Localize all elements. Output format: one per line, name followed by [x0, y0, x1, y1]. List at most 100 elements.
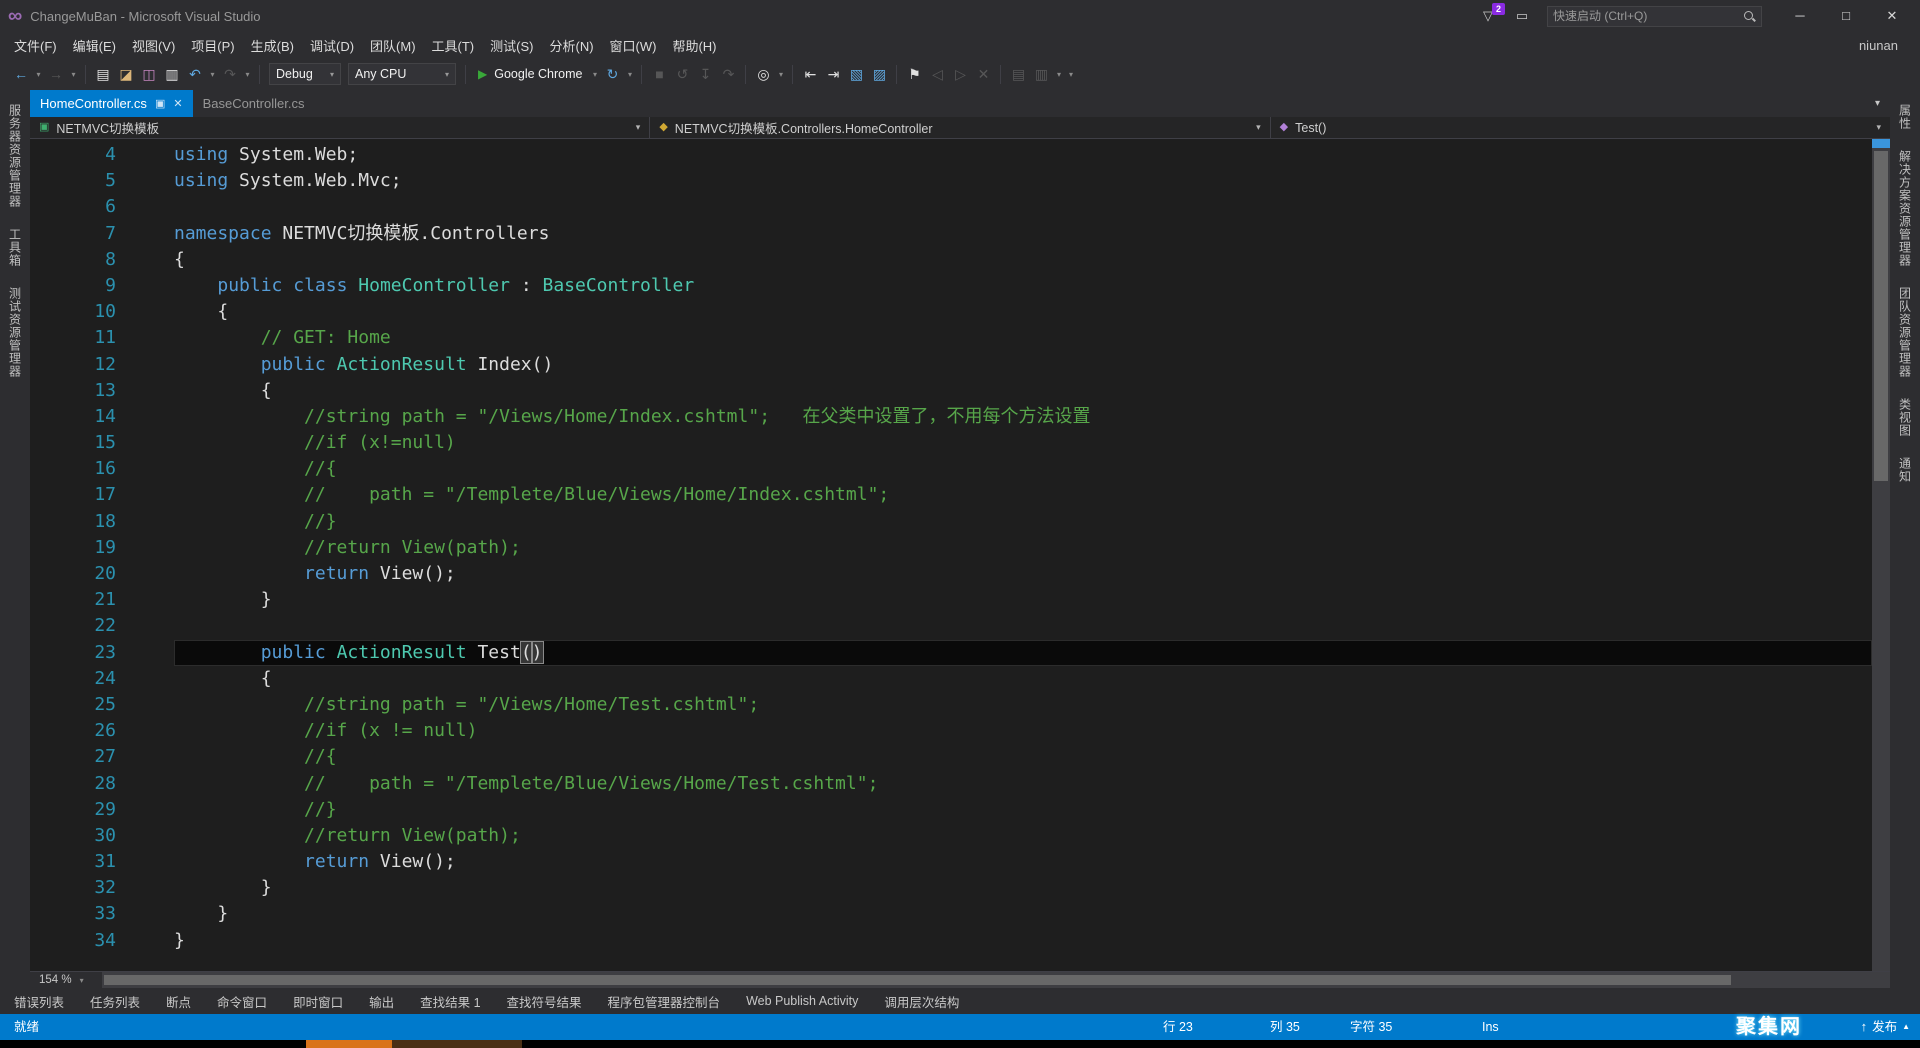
panel-tab[interactable]: 程序包管理器控制台: [608, 992, 721, 1011]
undo-icon[interactable]: ↶: [184, 67, 206, 81]
zoom-selector[interactable]: 154 % ▾: [30, 974, 102, 986]
indent-decrease-icon[interactable]: ⇤: [799, 67, 821, 81]
horizontal-scrollbar[interactable]: [102, 972, 1890, 988]
menu-item[interactable]: 视图(V): [124, 33, 183, 58]
code-line[interactable]: 17 // path = "/Templete/Blue/Views/Home/…: [30, 482, 1872, 508]
code-editor[interactable]: 4using System.Web;5using System.Web.Mvc;…: [30, 139, 1890, 971]
comment-icon[interactable]: ▧: [845, 67, 867, 81]
menu-item[interactable]: 帮助(H): [664, 33, 724, 58]
code-line[interactable]: 12 public ActionResult Index(): [30, 352, 1872, 378]
code-line[interactable]: 10 {: [30, 299, 1872, 325]
code-line[interactable]: 18 //}: [30, 509, 1872, 535]
tool-window-tab[interactable]: 测试资源管理器: [7, 287, 24, 378]
menu-item[interactable]: 文件(F): [6, 33, 65, 58]
panel-tab[interactable]: 错误列表: [14, 992, 64, 1011]
editor-split-handle[interactable]: [1872, 139, 1890, 148]
feedback-icon[interactable]: ▭: [1513, 8, 1531, 24]
panel-tab[interactable]: 查找结果 1: [420, 992, 480, 1011]
code-area[interactable]: 4using System.Web;5using System.Web.Mvc;…: [30, 139, 1872, 971]
menu-item[interactable]: 编辑(E): [65, 33, 124, 58]
nav-back-icon[interactable]: ←: [10, 67, 32, 81]
panel-tab[interactable]: 输出: [369, 992, 394, 1011]
debug-config-combo[interactable]: Debug▾: [269, 63, 341, 85]
code-line[interactable]: 21 }: [30, 587, 1872, 613]
code-line[interactable]: 23 public ActionResult Test(): [30, 640, 1872, 666]
code-line[interactable]: 26 //if (x != null): [30, 718, 1872, 744]
panel-tab[interactable]: 断点: [166, 992, 191, 1011]
dropdown-caret-icon[interactable]: ▾: [1053, 70, 1064, 79]
menu-item[interactable]: 测试(S): [482, 33, 541, 58]
dropdown-caret-icon[interactable]: ▾: [33, 70, 44, 79]
tab-overflow-icon[interactable]: ▾: [1875, 98, 1890, 109]
bookmark-icon[interactable]: ⚑: [903, 67, 925, 81]
code-line[interactable]: 19 //return View(path);: [30, 535, 1872, 561]
code-line[interactable]: 8{: [30, 247, 1872, 273]
save-all-icon[interactable]: ▥: [161, 67, 183, 81]
method-dropdown[interactable]: ◆Test()▾: [1271, 117, 1890, 138]
vertical-scrollbar[interactable]: [1872, 139, 1890, 971]
menu-item[interactable]: 工具(T): [424, 33, 483, 58]
notifications-icon[interactable]: ▽2: [1479, 8, 1497, 24]
code-line[interactable]: 27 //{: [30, 744, 1872, 770]
code-line[interactable]: 16 //{: [30, 456, 1872, 482]
dropdown-caret-icon[interactable]: ▾: [775, 70, 786, 79]
panel-tab[interactable]: Web Publish Activity: [746, 994, 858, 1008]
dropdown-caret-icon[interactable]: ▾: [589, 70, 600, 79]
indent-increase-icon[interactable]: ⇥: [822, 67, 844, 81]
start-debug-button[interactable]: ▶Google Chrome: [472, 67, 588, 81]
tool-window-tab[interactable]: 团队资源管理器: [1897, 287, 1914, 378]
panel-tab[interactable]: 调用层次结构: [884, 992, 959, 1011]
close-button[interactable]: ✕: [1884, 8, 1900, 24]
menu-item[interactable]: 分析(N): [541, 33, 601, 58]
save-icon[interactable]: ◫: [138, 67, 160, 81]
dropdown-caret-icon[interactable]: ▾: [207, 70, 218, 79]
dropdown-caret-icon[interactable]: ▾: [242, 70, 253, 79]
menu-item[interactable]: 生成(B): [243, 33, 302, 58]
quick-launch-box[interactable]: [1547, 6, 1762, 27]
code-line[interactable]: 4using System.Web;: [30, 142, 1872, 168]
code-line[interactable]: 25 //string path = "/Views/Home/Test.csh…: [30, 692, 1872, 718]
class-dropdown[interactable]: ◆NETMVC切换模板.Controllers.HomeController▾: [650, 117, 1270, 138]
code-line[interactable]: 31 return View();: [30, 849, 1872, 875]
code-line[interactable]: 7namespace NETMVC切换模板.Controllers: [30, 221, 1872, 247]
signed-in-user[interactable]: niunan: [1859, 38, 1920, 53]
publish-button[interactable]: ↑ 发布 ▲: [1861, 1014, 1910, 1040]
tool-window-tab[interactable]: 工具箱: [7, 228, 24, 267]
refresh-icon[interactable]: ↻: [601, 67, 623, 81]
menu-item[interactable]: 调试(D): [302, 33, 362, 58]
code-line[interactable]: 5using System.Web.Mvc;: [30, 168, 1872, 194]
minimize-button[interactable]: ─: [1792, 8, 1808, 24]
code-line[interactable]: 30 //return View(path);: [30, 823, 1872, 849]
maximize-button[interactable]: □: [1838, 8, 1854, 24]
dropdown-caret-icon[interactable]: ▾: [624, 70, 635, 79]
tool-window-tab[interactable]: 解决方案资源管理器: [1897, 150, 1914, 267]
uncomment-icon[interactable]: ▨: [868, 67, 890, 81]
pin-icon[interactable]: ▣: [155, 97, 165, 110]
document-tab[interactable]: BaseController.cs: [193, 90, 315, 117]
document-tab[interactable]: HomeController.cs▣✕: [30, 90, 193, 117]
cpu-combo[interactable]: Any CPU▾: [348, 63, 456, 85]
code-line[interactable]: 20 return View();: [30, 561, 1872, 587]
close-icon[interactable]: ✕: [173, 97, 182, 110]
code-line[interactable]: 33 }: [30, 901, 1872, 927]
dropdown-caret-icon[interactable]: ▾: [1065, 70, 1076, 79]
panel-tab[interactable]: 任务列表: [90, 992, 140, 1011]
code-line[interactable]: 32 }: [30, 875, 1872, 901]
new-project-icon[interactable]: ▤: [92, 67, 114, 81]
code-line[interactable]: 22: [30, 613, 1872, 639]
vertical-scrollbar-thumb[interactable]: [1874, 151, 1888, 481]
code-line[interactable]: 29 //}: [30, 797, 1872, 823]
code-line[interactable]: 24 {: [30, 666, 1872, 692]
menu-item[interactable]: 团队(M): [362, 33, 424, 58]
tool-window-tab[interactable]: 属性: [1897, 104, 1914, 130]
menu-item[interactable]: 窗口(W): [602, 33, 665, 58]
code-line[interactable]: 13 {: [30, 378, 1872, 404]
code-line[interactable]: 14 //string path = "/Views/Home/Index.cs…: [30, 404, 1872, 430]
quick-launch-input[interactable]: [1553, 9, 1743, 23]
tool-window-tab[interactable]: 类视图: [1897, 398, 1914, 437]
tool-window-tab[interactable]: 服务器资源管理器: [7, 104, 24, 208]
dropdown-caret-icon[interactable]: ▾: [68, 70, 79, 79]
horizontal-scrollbar-thumb[interactable]: [104, 975, 1731, 985]
tool-window-tab[interactable]: 通知: [1897, 457, 1914, 483]
project-dropdown[interactable]: ▣NETMVC切换模板▾: [30, 117, 650, 138]
